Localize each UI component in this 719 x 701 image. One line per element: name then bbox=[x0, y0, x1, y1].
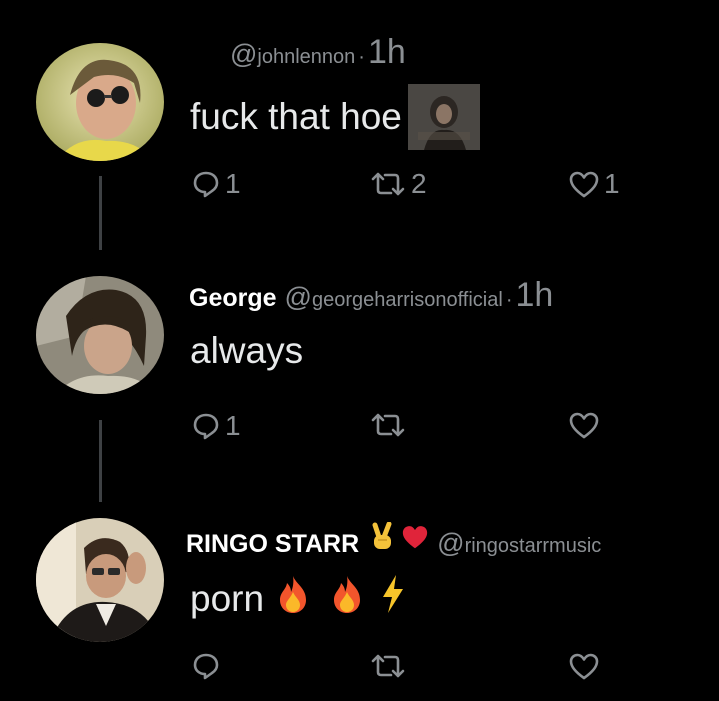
repost-icon bbox=[369, 651, 407, 681]
reply-text-content: porn bbox=[190, 577, 265, 619]
reply-header: George @georgeharrisonofficial · 1h bbox=[189, 276, 553, 315]
like-icon bbox=[568, 410, 600, 440]
reply-header: RINGO STARR @ringostarrmusic bbox=[186, 521, 601, 559]
user-handle[interactable]: @ringostarrmusic bbox=[437, 528, 601, 559]
repost-icon bbox=[369, 169, 407, 199]
like-action[interactable] bbox=[568, 410, 600, 440]
reply-icon bbox=[191, 651, 221, 681]
separator-dot: · bbox=[505, 289, 513, 311]
reply-text: porn bbox=[190, 574, 406, 623]
like-action[interactable] bbox=[568, 651, 600, 681]
fire-emoji bbox=[274, 574, 312, 623]
fire-emoji bbox=[328, 574, 366, 623]
name-emojis bbox=[369, 521, 429, 557]
reply-text: fuck that hoe bbox=[190, 84, 480, 150]
thread-line bbox=[99, 176, 102, 250]
repost-icon bbox=[369, 410, 407, 440]
reply-icon bbox=[191, 411, 221, 441]
victory-hand-emoji bbox=[369, 521, 397, 557]
like-icon bbox=[568, 651, 600, 681]
lightning-emoji bbox=[380, 574, 406, 623]
timestamp[interactable]: 1h bbox=[515, 276, 553, 315]
avatar-johnlennon[interactable] bbox=[36, 43, 164, 161]
avatar-ringostarr[interactable] bbox=[36, 518, 164, 642]
separator-dot: · bbox=[358, 46, 365, 68]
user-handle[interactable]: @johnlennon bbox=[230, 39, 355, 70]
like-count: 1 bbox=[604, 168, 620, 199]
thread-line bbox=[99, 420, 102, 502]
timestamp[interactable]: 1h bbox=[368, 33, 406, 72]
red-heart-emoji bbox=[401, 524, 429, 555]
reply-header: @johnlennon · 1h bbox=[230, 33, 406, 72]
reply-text: always bbox=[190, 330, 303, 372]
reply-icon bbox=[191, 169, 221, 199]
reply-count: 1 bbox=[225, 168, 241, 199]
reply-text-content: always bbox=[190, 330, 304, 371]
avatar-george[interactable] bbox=[36, 276, 164, 394]
reply-text-content: fuck that hoe bbox=[190, 96, 402, 137]
attached-image[interactable] bbox=[407, 84, 480, 150]
like-action[interactable]: 1 bbox=[568, 168, 620, 200]
user-handle[interactable]: @georgeharrisonofficial bbox=[285, 282, 503, 313]
like-icon bbox=[568, 169, 600, 199]
reply-count: 1 bbox=[225, 410, 241, 441]
reply-action[interactable]: 1 bbox=[191, 168, 241, 200]
repost-count: 2 bbox=[411, 168, 427, 199]
repost-action[interactable] bbox=[369, 410, 407, 440]
repost-action[interactable]: 2 bbox=[369, 168, 427, 200]
display-name[interactable]: George bbox=[189, 284, 277, 313]
repost-action[interactable] bbox=[369, 651, 407, 681]
reply-action[interactable] bbox=[191, 651, 221, 681]
reply-action[interactable]: 1 bbox=[191, 410, 241, 442]
display-name[interactable]: RINGO STARR bbox=[186, 530, 359, 559]
